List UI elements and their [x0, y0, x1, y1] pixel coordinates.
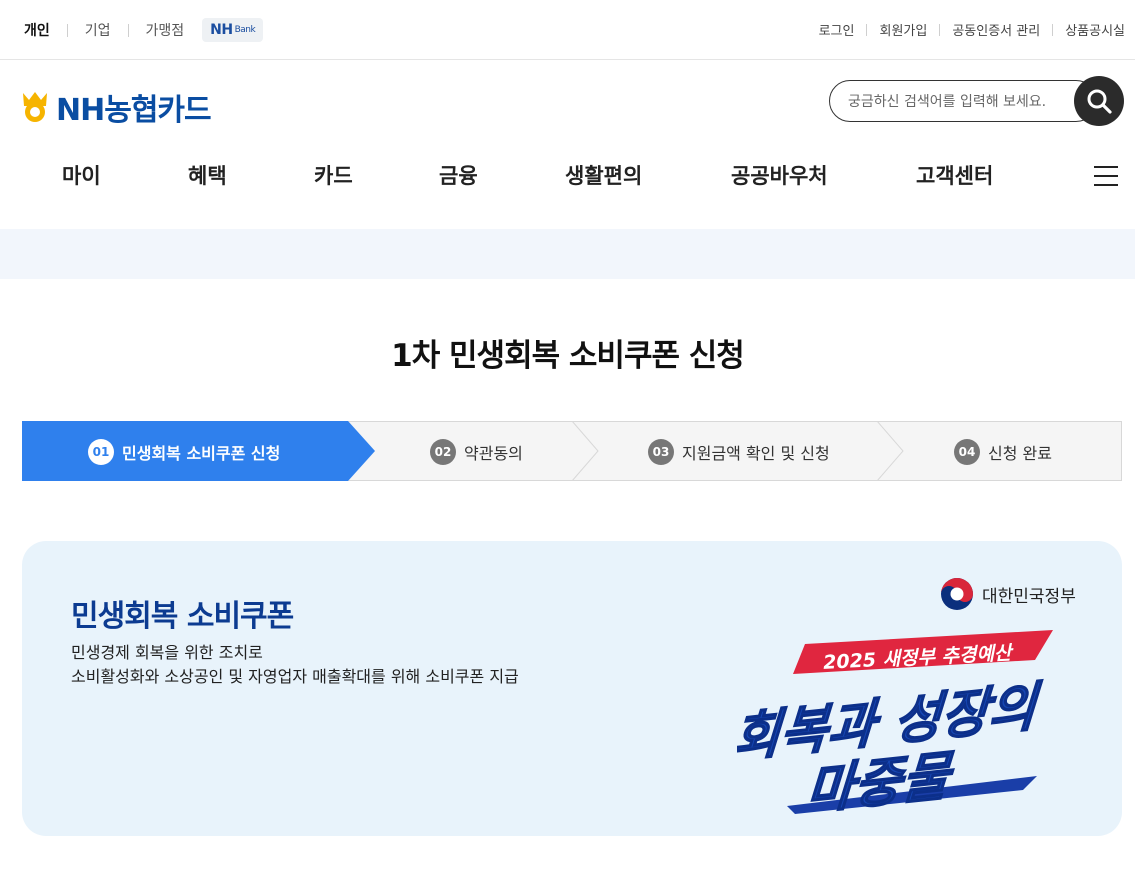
- step-1: 01 민생회복 소비쿠폰 신청: [88, 439, 280, 465]
- customer-segment-tabs: 개인 기업 가맹점 NH Bank: [24, 18, 264, 42]
- menu-icon[interactable]: [1094, 166, 1118, 186]
- step-2: 02 약관동의: [430, 439, 523, 465]
- government-emblem: 대한민국정부: [940, 577, 1076, 611]
- step-indicator: 01 민생회복 소비쿠폰 신청 02 약관동의 03 지원금액 확인 및 신청 …: [22, 421, 1122, 481]
- government-label: 대한민국정부: [982, 586, 1076, 607]
- nav-item-benefit[interactable]: 혜택: [188, 160, 227, 190]
- utility-links: 로그인 회원가입 공동인증서 관리 상품공시실: [819, 20, 1125, 39]
- nh-bank-logo-small: Bank: [234, 25, 256, 35]
- search-icon: [1087, 89, 1112, 114]
- divider: [939, 23, 941, 36]
- main-navigation: 마이 혜택 카드 금융 생활편의 공공바우처 고객센터: [0, 160, 1135, 200]
- banner-desc-line-2: 소비활성화와 소상공인 및 자영업자 매출확대를 위해 소비쿠폰 지급: [71, 667, 519, 686]
- certificate-link[interactable]: 공동인증서 관리: [952, 20, 1040, 39]
- nh-logo-icon: [23, 92, 47, 122]
- tab-business[interactable]: 기업: [85, 20, 111, 40]
- divider: [1052, 23, 1054, 36]
- step-4: 04 신청 완료: [954, 439, 1052, 465]
- search-button[interactable]: [1074, 76, 1124, 126]
- top-utility-bar: 개인 기업 가맹점 NH Bank 로그인 회원가입 공동인증서 관리 상품공시…: [0, 0, 1135, 60]
- banner-title: 민생회복 소비쿠폰: [71, 599, 294, 634]
- taegeuk-icon: [941, 578, 973, 610]
- step-2-label: 약관동의: [464, 444, 523, 463]
- step-4-number: 04: [954, 439, 980, 465]
- divider: [866, 23, 868, 36]
- signup-link[interactable]: 회원가입: [879, 20, 927, 39]
- tab-merchant[interactable]: 가맹점: [146, 20, 185, 40]
- nav-item-life[interactable]: 생활편의: [565, 160, 642, 190]
- step-2-number: 02: [430, 439, 456, 465]
- step-4-label: 신청 완료: [988, 444, 1052, 463]
- nh-bank-link[interactable]: NH Bank: [202, 18, 264, 42]
- nh-card-logo[interactable]: NH농협카드: [20, 85, 212, 129]
- nav-item-customer-center[interactable]: 고객센터: [916, 160, 993, 190]
- divider: [127, 23, 129, 37]
- login-link[interactable]: 로그인: [819, 20, 855, 39]
- logo-text: NH농협카드: [56, 93, 212, 128]
- tab-personal[interactable]: 개인: [24, 20, 50, 40]
- header-band: [0, 229, 1135, 279]
- banner-description: 민생경제 회복을 위한 조치로 소비활성화와 소상공인 및 자영업자 매출확대를…: [71, 641, 519, 689]
- nav-item-finance[interactable]: 금융: [439, 160, 478, 190]
- step-3-number: 03: [648, 439, 674, 465]
- coupon-banner: 민생회복 소비쿠폰 민생경제 회복을 위한 조치로 소비활성화와 소상공인 및 …: [22, 541, 1122, 836]
- banner-desc-line-1: 민생경제 회복을 위한 조치로: [71, 643, 263, 662]
- product-notice-link[interactable]: 상품공시실: [1065, 20, 1125, 39]
- promo-graphic: 2025 새정부 추경예산 회복과 성장의 마중물: [737, 630, 1053, 816]
- nav-item-my[interactable]: 마이: [62, 160, 101, 190]
- page-title: 1차 민생회복 소비쿠폰 신청: [391, 338, 745, 374]
- step-3: 03 지원금액 확인 및 신청: [648, 439, 830, 465]
- nh-bank-logo-text: NH: [210, 22, 233, 38]
- search-input[interactable]: [848, 91, 1078, 113]
- divider: [66, 23, 68, 37]
- step-1-number: 01: [88, 439, 114, 465]
- search-box: [829, 80, 1097, 122]
- nav-item-voucher[interactable]: 공공바우처: [731, 160, 828, 190]
- step-3-label: 지원금액 확인 및 신청: [682, 444, 830, 463]
- nav-item-card[interactable]: 카드: [314, 160, 353, 190]
- step-1-label: 민생회복 소비쿠폰 신청: [122, 444, 281, 463]
